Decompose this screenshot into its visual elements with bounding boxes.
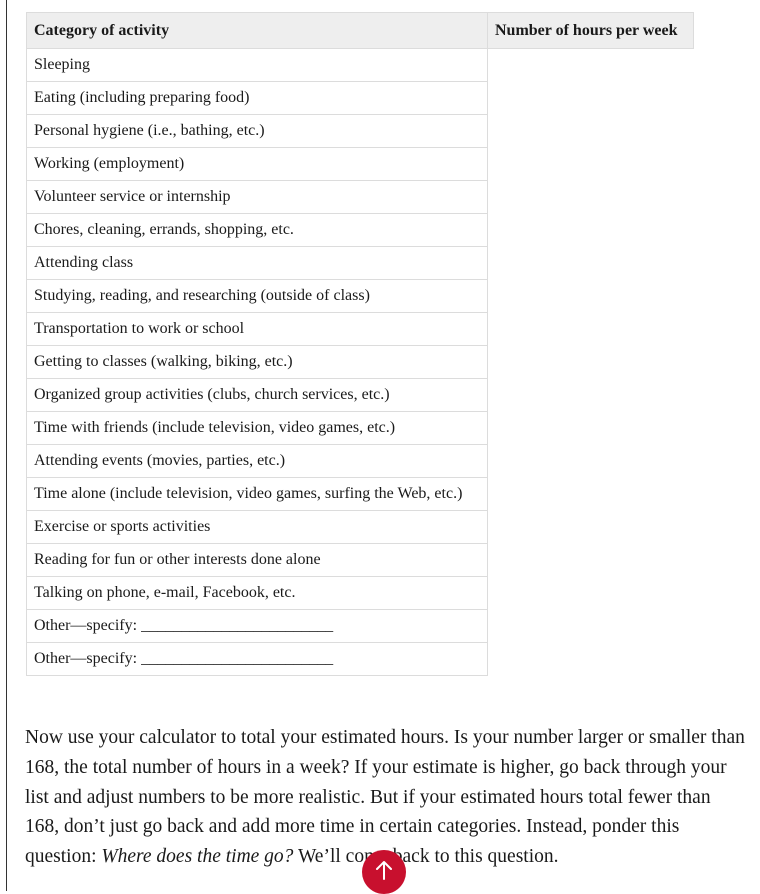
table-row: Other—specify: ________________________ xyxy=(26,642,694,676)
activity-category-cell: Volunteer service or internship xyxy=(26,180,488,214)
activity-category-cell: Personal hygiene (i.e., bathing, etc.) xyxy=(26,114,488,148)
hours-entry-cell[interactable] xyxy=(488,346,694,379)
activity-category-cell: Working (employment) xyxy=(26,147,488,181)
hours-entry-cell[interactable] xyxy=(488,412,694,445)
table-row: Attending events (movies, parties, etc.) xyxy=(26,444,694,478)
activity-category-cell: Chores, cleaning, errands, shopping, etc… xyxy=(26,213,488,247)
hours-entry-cell[interactable] xyxy=(488,610,694,643)
activity-category-cell: Studying, reading, and researching (outs… xyxy=(26,279,488,313)
table-row: Reading for fun or other interests done … xyxy=(26,543,694,577)
table-row: Attending class xyxy=(26,246,694,280)
activity-category-cell: Time with friends (include television, v… xyxy=(26,411,488,445)
hours-entry-cell[interactable] xyxy=(488,445,694,478)
activity-category-cell: Time alone (include television, video ga… xyxy=(26,477,488,511)
activity-category-cell: Getting to classes (walking, biking, etc… xyxy=(26,345,488,379)
table-row: Sleeping xyxy=(26,48,694,82)
activity-category-cell: Organized group activities (clubs, churc… xyxy=(26,378,488,412)
table-row: Transportation to work or school xyxy=(26,312,694,346)
column-header-category: Category of activity xyxy=(26,12,488,49)
hours-entry-cell[interactable] xyxy=(488,577,694,610)
hours-entry-cell[interactable] xyxy=(488,643,694,676)
hours-entry-cell[interactable] xyxy=(488,280,694,313)
hours-entry-cell[interactable] xyxy=(488,313,694,346)
table-header-row: Category of activity Number of hours per… xyxy=(26,12,694,49)
table-row: Eating (including preparing food) xyxy=(26,81,694,115)
hours-entry-cell[interactable] xyxy=(488,49,694,82)
activity-category-cell: Talking on phone, e-mail, Facebook, etc. xyxy=(26,576,488,610)
table-row: Chores, cleaning, errands, shopping, etc… xyxy=(26,213,694,247)
activity-category-cell: Other—specify: ________________________ xyxy=(26,609,488,643)
table-row: Working (employment) xyxy=(26,147,694,181)
hours-entry-cell[interactable] xyxy=(488,544,694,577)
activity-category-cell: Sleeping xyxy=(26,48,488,82)
activity-category-cell: Transportation to work or school xyxy=(26,312,488,346)
arrow-up-icon xyxy=(376,861,392,880)
hours-entry-cell[interactable] xyxy=(488,82,694,115)
table-row: Exercise or sports activities xyxy=(26,510,694,544)
table-row: Studying, reading, and researching (outs… xyxy=(26,279,694,313)
table-row: Time with friends (include television, v… xyxy=(26,411,694,445)
hours-entry-cell[interactable] xyxy=(488,247,694,280)
table-row: Other—specify: ________________________ xyxy=(26,609,694,643)
table-row: Getting to classes (walking, biking, etc… xyxy=(26,345,694,379)
activity-category-cell: Eating (including preparing food) xyxy=(26,81,488,115)
paragraph-text-end: We’ll come back to this question. xyxy=(293,846,559,868)
hours-entry-cell[interactable] xyxy=(488,214,694,247)
activity-category-cell: Attending class xyxy=(26,246,488,280)
activity-category-cell: Attending events (movies, parties, etc.) xyxy=(26,444,488,478)
hours-entry-cell[interactable] xyxy=(488,478,694,511)
table-row: Organized group activities (clubs, churc… xyxy=(26,378,694,412)
hours-entry-cell[interactable] xyxy=(488,115,694,148)
activity-category-cell: Other—specify: ________________________ xyxy=(26,642,488,676)
activity-hours-table: Category of activity Number of hours per… xyxy=(26,12,694,676)
back-to-top-button[interactable] xyxy=(362,850,406,894)
activity-category-cell: Exercise or sports activities xyxy=(26,510,488,544)
column-header-hours: Number of hours per week xyxy=(487,12,694,49)
table-row: Volunteer service or internship xyxy=(26,180,694,214)
hours-entry-cell[interactable] xyxy=(488,148,694,181)
hours-entry-cell[interactable] xyxy=(488,379,694,412)
table-row: Personal hygiene (i.e., bathing, etc.) xyxy=(26,114,694,148)
hours-entry-cell[interactable] xyxy=(488,511,694,544)
table-row: Talking on phone, e-mail, Facebook, etc. xyxy=(26,576,694,610)
table-row: Time alone (include television, video ga… xyxy=(26,477,694,511)
hours-entry-cell[interactable] xyxy=(488,181,694,214)
activity-category-cell: Reading for fun or other interests done … xyxy=(26,543,488,577)
emphasized-question: Where does the time go? xyxy=(101,846,294,868)
